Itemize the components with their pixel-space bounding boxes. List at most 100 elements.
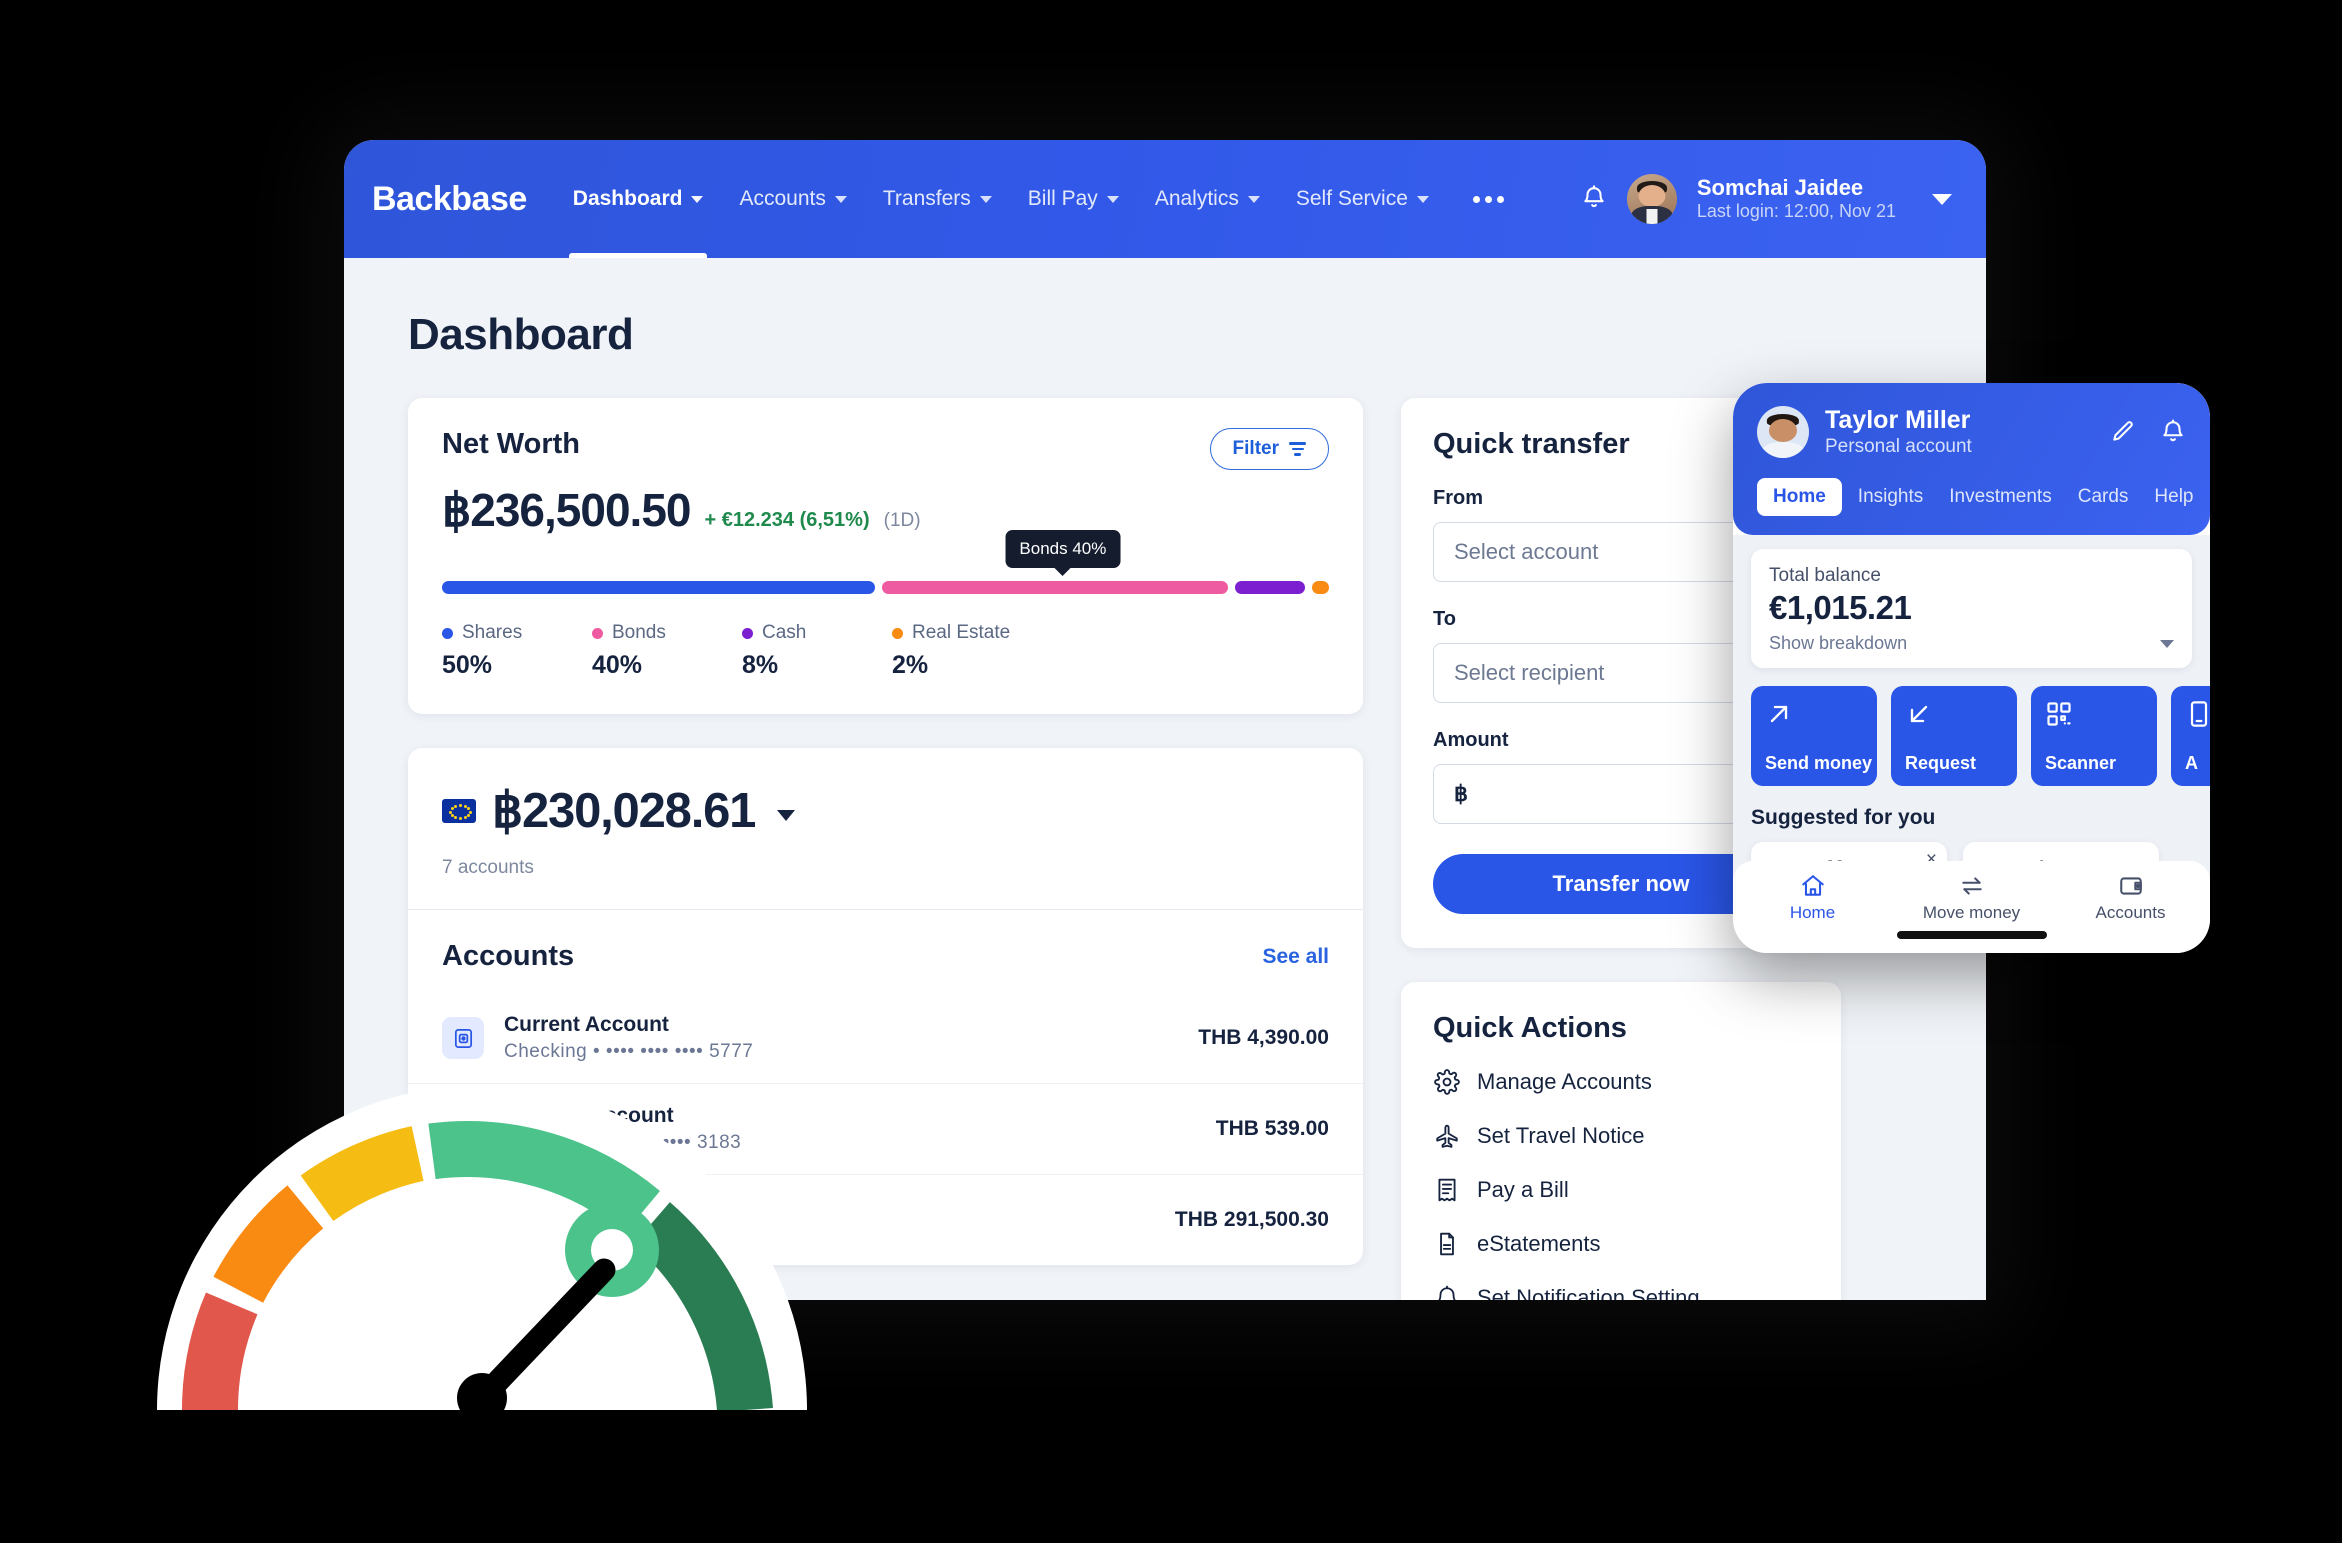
nav-item-self-service[interactable]: Self Service	[1278, 140, 1447, 258]
chevron-down-icon	[691, 195, 704, 203]
tile-atm[interactable]: A	[2171, 686, 2210, 786]
legend-value: 8%	[742, 651, 779, 679]
nav-item-transfers[interactable]: Transfers	[865, 140, 1010, 258]
chevron-down-icon	[1106, 195, 1119, 203]
eu-flag-icon	[442, 798, 476, 823]
total-balance-amount: €1,015.21	[1769, 589, 1912, 626]
legend-color-dot	[592, 627, 603, 639]
show-breakdown-row[interactable]: Show breakdown	[1769, 633, 2174, 654]
bottom-nav-move-money[interactable]: Move money	[1892, 873, 2051, 923]
legend-color-dot	[442, 627, 453, 639]
tile-scanner[interactable]: Scanner	[2031, 686, 2157, 786]
avatar[interactable]	[1626, 174, 1677, 224]
tile-send-money[interactable]: Send money	[1751, 686, 1877, 786]
total-balance-amount: ฿230,028.61	[492, 784, 756, 838]
allocation-segment-cash[interactable]	[1235, 581, 1305, 594]
nav-item-accounts[interactable]: Accounts	[721, 140, 864, 258]
avatar-face	[1638, 185, 1666, 207]
user-menu-chevron-down-icon[interactable]	[1932, 193, 1952, 205]
nav-item-bill-pay[interactable]: Bill Pay	[1010, 140, 1137, 258]
allocation-segment-bonds[interactable]	[882, 581, 1229, 594]
transfer-arrows-icon	[1959, 873, 1985, 899]
legend-value: 40%	[592, 651, 643, 679]
account-amount: THB 539.00	[1215, 1117, 1329, 1140]
phone-header: Taylor Miller Personal account Home Insi…	[1733, 383, 2210, 535]
avatar-body	[1762, 441, 1804, 459]
phone-user-name: Taylor Miller	[1825, 406, 1971, 434]
dot	[1496, 195, 1504, 203]
phone-user-row: Taylor Miller Personal account	[1757, 405, 2186, 460]
quick-actions-card: Quick Actions Manage Accounts Set Travel …	[1401, 982, 1841, 1300]
nav-item-dashboard[interactable]: Dashboard	[555, 140, 722, 258]
filter-button[interactable]: Filter	[1209, 428, 1329, 470]
nav-right-cluster: Somchai Jaidee Last login: 12:00, Nov 21	[1581, 174, 1986, 224]
quick-action-tiles: Send money Request Scanner A	[1751, 686, 2210, 786]
notification-bell-icon[interactable]	[2160, 419, 2186, 445]
allocation-segment-shares[interactable]	[442, 581, 875, 594]
allocation-bar-wrapper: Bonds 40%	[442, 530, 1329, 594]
quick-action-pay-a-bill[interactable]: Pay a Bill	[1433, 1163, 1809, 1217]
quick-action-manage-accounts[interactable]: Manage Accounts	[1433, 1055, 1809, 1109]
brand-logo[interactable]: Backbase	[372, 180, 527, 219]
nav-label: Self Service	[1295, 187, 1408, 210]
quick-action-label: Pay a Bill	[1477, 1177, 1569, 1202]
nav-item-analytics[interactable]: Analytics	[1137, 140, 1278, 258]
eu-star	[459, 803, 462, 807]
total-balance-card[interactable]: Total balance €1,015.21 Show breakdown	[1751, 549, 2192, 668]
total-balance-block: ฿230,028.61 7 accounts	[408, 748, 1363, 909]
eu-star	[450, 807, 454, 811]
tile-label: Send money	[1765, 753, 1873, 773]
phone-tab-home[interactable]: Home	[1757, 477, 1842, 516]
dot	[1472, 195, 1480, 203]
avatar[interactable]	[1757, 406, 1809, 459]
allocation-segment-real-estate[interactable]	[1311, 581, 1329, 594]
bottom-nav-label: Move money	[1922, 903, 2021, 922]
edit-pencil-icon[interactable]	[2110, 419, 2136, 445]
net-worth-card: Net Worth Filter ฿236,500.50 + €12.234 (…	[408, 398, 1363, 714]
eu-star	[454, 816, 458, 820]
bottom-nav-home[interactable]: Home	[1733, 873, 1892, 923]
show-breakdown-label: Show breakdown	[1769, 633, 1908, 653]
phone-tab-insights[interactable]: Insights	[1848, 478, 1933, 516]
account-row[interactable]: Current Account Checking • •••• •••• ••••…	[408, 993, 1363, 1083]
nav-overflow-menu-icon[interactable]	[1453, 140, 1524, 258]
dot	[1484, 195, 1492, 203]
tile-label: Request	[1905, 753, 1977, 773]
chevron-down-icon	[1247, 195, 1260, 203]
bell-icon	[1433, 1284, 1461, 1300]
allocation-bar[interactable]	[442, 581, 1329, 594]
total-balance-label: Total balance	[1769, 565, 1881, 586]
phone-tab-investments[interactable]: Investments	[1939, 478, 2061, 516]
see-all-link[interactable]: See all	[1262, 945, 1329, 969]
user-info[interactable]: Somchai Jaidee Last login: 12:00, Nov 21	[1697, 175, 1896, 224]
quick-action-set-notification-setting[interactable]: Set Notification Setting	[1433, 1271, 1809, 1300]
quick-action-set-travel-notice[interactable]: Set Travel Notice	[1433, 1109, 1809, 1163]
tile-request[interactable]: Request	[1891, 686, 2017, 786]
quick-action-estatements[interactable]: eStatements	[1433, 1217, 1809, 1271]
balance-chevron-down-icon[interactable]	[777, 810, 796, 821]
nav-label: Dashboard	[572, 187, 683, 210]
phone-tab-help[interactable]: Help	[2144, 478, 2203, 516]
airplane-icon	[1433, 1122, 1461, 1150]
quick-action-label: Manage Accounts	[1477, 1069, 1652, 1094]
quick-action-label: Set Travel Notice	[1477, 1123, 1645, 1148]
chevron-down-icon	[834, 195, 847, 203]
account-card-icon	[442, 1017, 484, 1059]
legend-label: Cash	[762, 622, 807, 643]
bottom-nav-accounts[interactable]: Accounts	[2051, 873, 2210, 923]
allocation-legend: Shares 50% Bonds 40% Cash 8% Real Estate 2%	[442, 622, 1329, 680]
quick-action-label: eStatements	[1477, 1231, 1601, 1256]
gauge-svg	[157, 1085, 807, 1410]
main-nav-links: Dashboard Accounts Transfers Bill Pay An…	[555, 140, 1524, 258]
speedometer-gauge-widget	[142, 1080, 822, 1410]
eu-star	[467, 813, 471, 817]
screenshot-stage: Backbase Dashboard Accounts Transfers Bi…	[0, 0, 2342, 1543]
phone-tab-cards[interactable]: Cards	[2068, 478, 2139, 516]
home-icon	[1800, 873, 1826, 899]
notification-bell-icon[interactable]	[1581, 184, 1607, 214]
tile-label: Scanner	[2045, 753, 2117, 773]
total-balance-row: ฿230,028.61	[442, 782, 1329, 839]
net-worth-title: Net Worth	[442, 428, 581, 460]
quick-action-label: Set Notification Setting	[1477, 1285, 1700, 1300]
net-worth-period: (1D)	[883, 510, 921, 531]
